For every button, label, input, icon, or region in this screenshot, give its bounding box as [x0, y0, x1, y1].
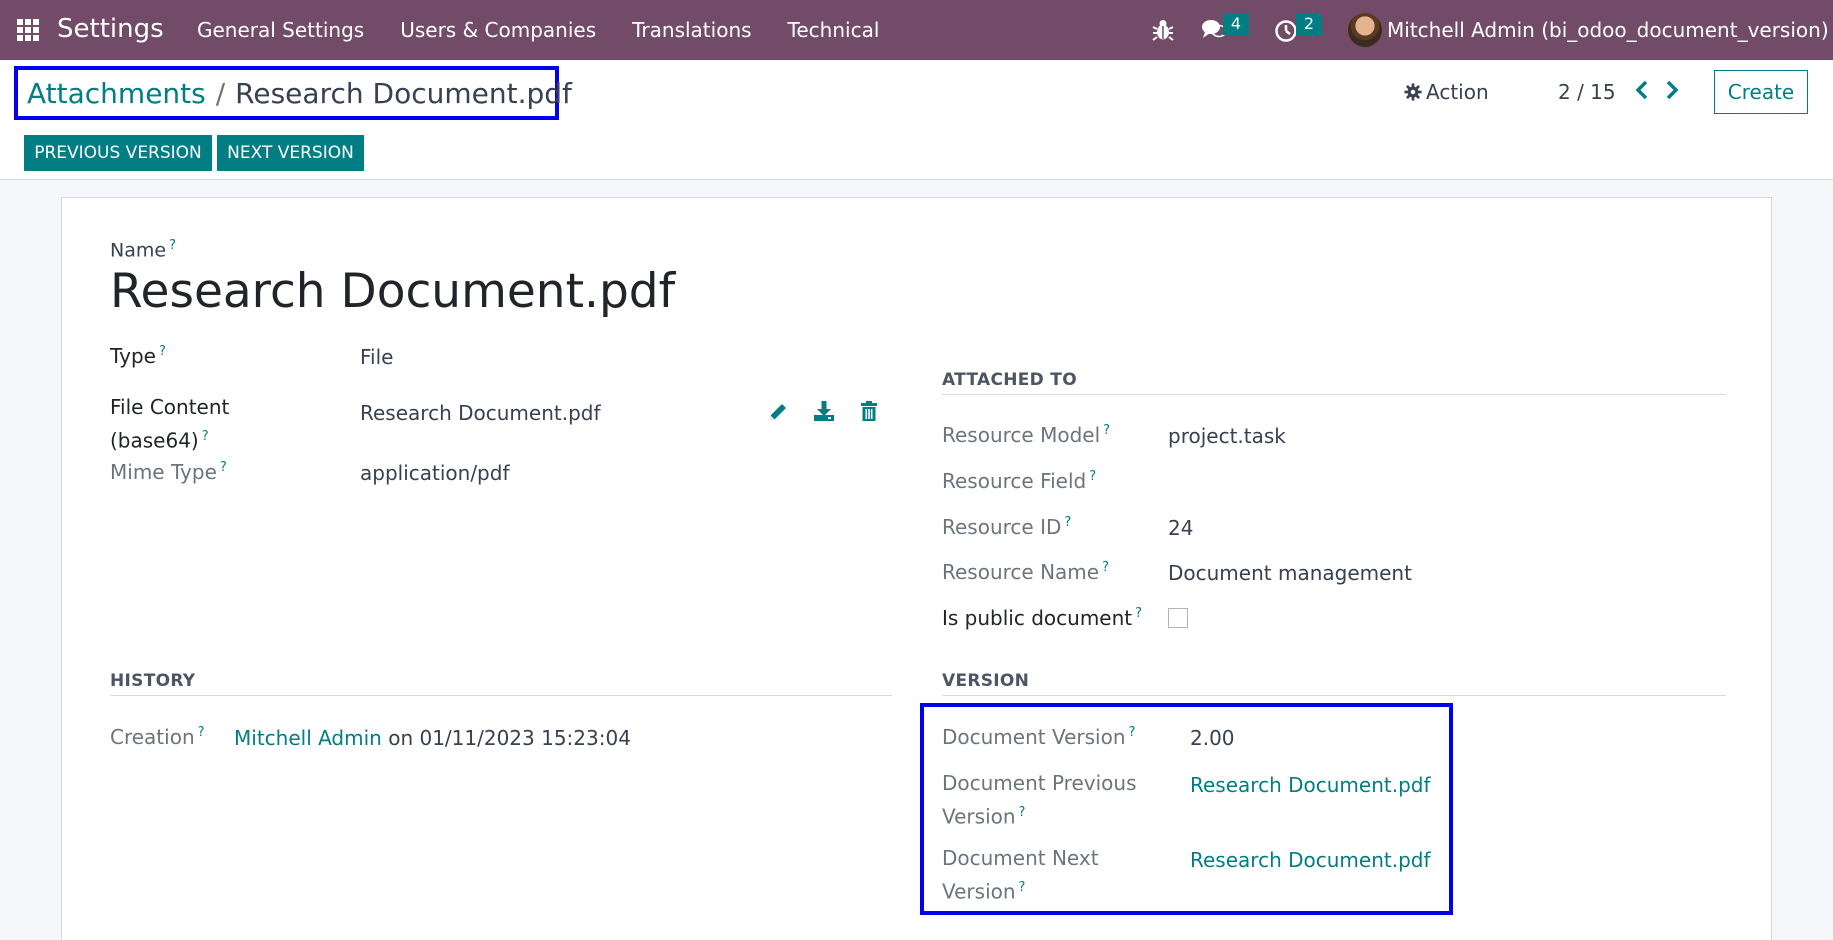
pencil-icon[interactable] [767, 401, 789, 423]
attached-to-title: ATTACHED TO [942, 370, 1077, 390]
creation-value: Mitchell Admin on 01/11/2023 15:23:04 [234, 726, 631, 750]
type-value[interactable]: File [360, 345, 393, 369]
resource-model-value: project.task [1168, 424, 1286, 448]
resource-name-value: Document management [1168, 561, 1412, 585]
breadcrumb-attachments[interactable]: Attachments [27, 77, 206, 110]
previous-version-button[interactable]: PREVIOUS VERSION [24, 135, 212, 171]
history-divider [110, 695, 892, 696]
mime-type-label: Mime Type? [110, 460, 227, 484]
chevron-right-icon[interactable] [1662, 78, 1682, 102]
creation-date: on 01/11/2023 15:23:04 [388, 726, 631, 750]
control-panel: Attachments / Research Document.pdf Acti… [0, 60, 1833, 180]
apps-icon[interactable] [17, 19, 39, 41]
user-menu[interactable]: Mitchell Admin (bi_odoo_document_version… [1387, 18, 1829, 42]
gear-icon [1404, 83, 1422, 101]
activities-count-badge: 2 [1296, 13, 1322, 35]
file-content-label: File Content (base64)? [110, 395, 230, 453]
action-label: Action [1426, 80, 1489, 104]
creation-user-link[interactable]: Mitchell Admin [234, 726, 382, 750]
pager-value[interactable]: 2 / 15 [1558, 80, 1616, 104]
breadcrumb: Attachments / Research Document.pdf [14, 66, 572, 120]
menu-technical[interactable]: Technical [788, 18, 880, 42]
name-label: Name? [110, 238, 176, 262]
download-icon[interactable] [813, 400, 835, 422]
mime-type-value: application/pdf [360, 461, 510, 485]
trash-icon[interactable] [858, 400, 880, 422]
action-button[interactable]: Action [1404, 80, 1489, 104]
form-sheet: Name? Research Document.pdf Type? File F… [61, 197, 1772, 940]
next-version-button[interactable]: NEXT VERSION [217, 135, 364, 171]
resource-name-label: Resource Name? [942, 560, 1109, 584]
attached-to-divider [942, 394, 1726, 395]
resource-id-value: 24 [1168, 516, 1194, 540]
top-menu: General Settings Users & Companies Trans… [197, 18, 915, 42]
version-divider [942, 695, 1726, 696]
is-public-checkbox[interactable] [1168, 608, 1188, 628]
clock-icon[interactable] [1274, 19, 1298, 43]
bug-icon[interactable] [1152, 18, 1174, 42]
version-title: VERSION [942, 671, 1030, 691]
version-highlight-box [920, 703, 1453, 915]
history-title: HISTORY [110, 671, 196, 691]
is-public-label: Is public document? [942, 606, 1143, 630]
resource-model-label: Resource Model? [942, 423, 1111, 447]
type-label: Type? [110, 344, 166, 368]
record-name[interactable]: Research Document.pdf [110, 264, 675, 319]
create-button[interactable]: Create [1714, 70, 1808, 114]
menu-translations[interactable]: Translations [632, 18, 751, 42]
top-navbar: Settings General Settings Users & Compan… [0, 0, 1833, 60]
menu-users-companies[interactable]: Users & Companies [400, 18, 596, 42]
menu-general-settings[interactable]: General Settings [197, 18, 364, 42]
breadcrumb-separator: / [215, 76, 226, 110]
breadcrumb-current: Research Document.pdf [235, 76, 572, 110]
file-content-value[interactable]: Research Document.pdf [360, 401, 601, 425]
resource-id-label: Resource ID? [942, 515, 1072, 539]
messages-count-badge: 4 [1223, 13, 1249, 35]
app-name[interactable]: Settings [57, 14, 164, 44]
creation-label: Creation? [110, 725, 205, 749]
chevron-left-icon[interactable] [1632, 78, 1652, 102]
resource-field-label: Resource Field? [942, 469, 1097, 493]
avatar[interactable] [1348, 13, 1382, 47]
